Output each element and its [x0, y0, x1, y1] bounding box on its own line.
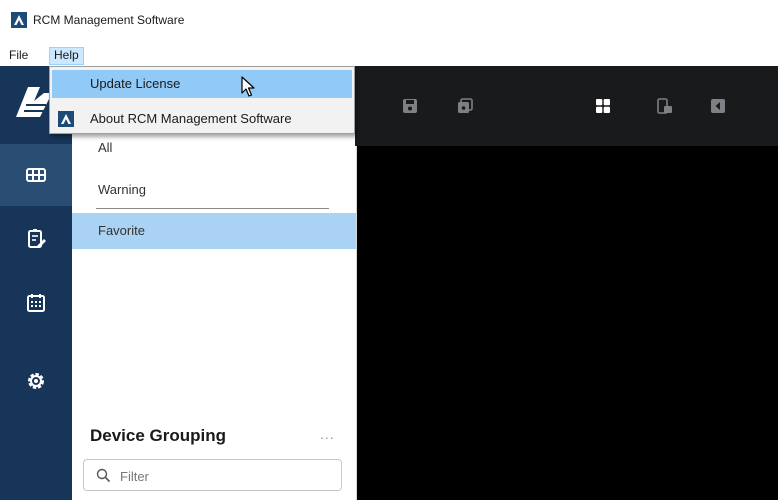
split-icon[interactable] — [657, 98, 673, 114]
gear-icon — [28, 373, 44, 389]
panel-item-favorite[interactable]: Favorite — [72, 213, 356, 249]
rail-item-schedule[interactable] — [0, 272, 72, 334]
filter-box — [83, 459, 342, 491]
save-icon[interactable] — [402, 98, 418, 114]
report-edit-icon — [28, 229, 46, 248]
more-options-button[interactable]: ... — [320, 426, 335, 442]
panel-item-warning[interactable]: Warning — [72, 172, 356, 208]
menu-item-about[interactable]: About RCM Management Software — [52, 105, 352, 133]
panel-divider — [96, 208, 329, 209]
video-area — [357, 66, 778, 500]
search-icon — [96, 468, 111, 483]
menu-help[interactable]: Help — [49, 47, 84, 65]
rail-item-settings[interactable] — [0, 350, 72, 412]
menu-file[interactable]: File — [5, 47, 32, 65]
title-bar: RCM Management Software — [0, 0, 778, 42]
menu-item-update-license[interactable]: Update License — [52, 70, 352, 98]
about-label: About RCM Management Software — [90, 111, 292, 126]
previous-icon[interactable] — [710, 98, 726, 114]
layout-grid-icon[interactable] — [595, 98, 611, 114]
mouse-cursor-icon — [241, 76, 255, 97]
device-grouping-title: Device Grouping — [90, 426, 227, 445]
grid-view-icon — [26, 168, 46, 182]
help-dropdown-menu: Update License About RCM Management Soft… — [49, 66, 355, 134]
filter-input[interactable] — [120, 466, 330, 486]
rail-item-reports[interactable] — [0, 208, 72, 270]
update-license-label: Update License — [90, 76, 181, 91]
app-logo-icon — [58, 111, 74, 127]
video-toolbar — [357, 66, 778, 146]
save-all-icon[interactable] — [457, 98, 473, 114]
calendar-icon — [27, 294, 45, 312]
menu-bar: File Help — [0, 44, 778, 66]
brand-logo-icon — [16, 87, 52, 117]
window-title: RCM Management Software — [33, 13, 185, 27]
rail-item-device-view[interactable] — [0, 144, 72, 206]
panel-item-all[interactable]: All — [72, 130, 356, 166]
app-logo-icon — [11, 12, 27, 28]
